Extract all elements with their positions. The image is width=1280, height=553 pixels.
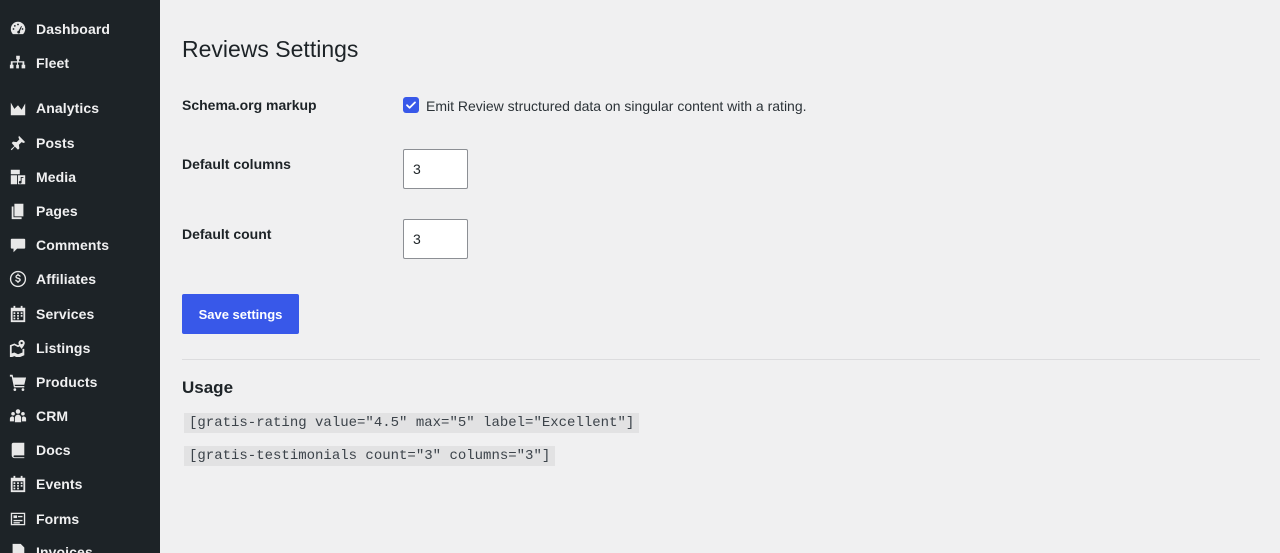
sidebar-item-label: Products — [36, 374, 98, 390]
sidebar-item-label: CRM — [36, 408, 69, 424]
sidebar-item-pages[interactable]: Pages — [0, 194, 160, 228]
sidebar-item-media[interactable]: Media — [0, 160, 160, 194]
map-icon — [8, 338, 28, 358]
schema-markup-checkbox[interactable] — [403, 97, 419, 113]
forms-icon — [8, 509, 28, 529]
page-title: Reviews Settings — [182, 36, 359, 62]
sidebar-item-label: Posts — [36, 135, 75, 151]
section-divider — [182, 359, 1260, 360]
admin-sidebar: Dashboard Fleet Analytics Posts Media Pa… — [0, 0, 160, 553]
default-columns-label: Default columns — [182, 156, 291, 172]
default-count-label: Default count — [182, 226, 272, 242]
media-icon — [8, 167, 28, 187]
sidebar-item-label: Comments — [36, 237, 110, 253]
sidebar-item-label: Services — [36, 306, 95, 322]
pages-icon — [8, 201, 28, 221]
settings-page: Reviews Settings Schema.org markup Emit … — [182, 0, 1260, 553]
invoice-icon — [8, 542, 28, 553]
sidebar-item-fleet[interactable]: Fleet — [0, 46, 160, 80]
sidebar-item-events[interactable]: Events — [0, 467, 160, 501]
sidebar-item-label: Docs — [36, 442, 71, 458]
checkmark-icon — [406, 101, 416, 109]
sidebar-item-crm[interactable]: CRM — [0, 399, 160, 433]
default-columns-input[interactable] — [403, 149, 468, 189]
schema-markup-label: Schema.org markup — [182, 97, 317, 113]
save-settings-button[interactable]: Save settings — [182, 294, 299, 334]
sidebar-item-posts[interactable]: Posts — [0, 126, 160, 160]
sidebar-item-label: Events — [36, 476, 83, 492]
schema-markup-description: Emit Review structured data on singular … — [426, 98, 807, 114]
chart-area-icon — [8, 98, 28, 118]
sidebar-item-label: Listings — [36, 340, 91, 356]
sidebar-item-invoices[interactable]: Invoices — [0, 535, 160, 553]
sidebar-item-label: Forms — [36, 511, 80, 527]
sidebar-item-products[interactable]: Products — [0, 365, 160, 399]
sidebar-item-dashboard[interactable]: Dashboard — [0, 12, 160, 46]
groups-icon — [8, 406, 28, 426]
comment-icon — [8, 235, 28, 255]
usage-heading: Usage — [182, 378, 234, 397]
pin-icon — [8, 133, 28, 153]
sidebar-item-label: Analytics — [36, 100, 100, 116]
sidebar-item-label: Fleet — [36, 55, 70, 71]
sidebar-item-label: Pages — [36, 203, 78, 219]
sidebar-item-analytics[interactable]: Analytics — [0, 91, 160, 125]
sidebar-item-services[interactable]: Services — [0, 297, 160, 331]
cart-icon — [8, 372, 28, 392]
usage-snippet-testimonials: [gratis-testimonials count="3" columns="… — [184, 446, 556, 466]
default-count-input[interactable] — [403, 219, 468, 259]
sidebar-item-label: Media — [36, 169, 77, 185]
sidebar-item-label: Invoices — [36, 544, 93, 553]
sidebar-item-comments[interactable]: Comments — [0, 228, 160, 262]
sidebar-item-affiliates[interactable]: Affiliates — [0, 262, 160, 296]
sidebar-item-forms[interactable]: Forms — [0, 502, 160, 536]
sitemap-icon — [8, 53, 28, 73]
usage-snippet-rating: [gratis-rating value="4.5" max="5" label… — [184, 413, 640, 433]
book-icon — [8, 440, 28, 460]
dashboard-icon — [8, 19, 28, 39]
sidebar-item-listings[interactable]: Listings — [0, 331, 160, 365]
sidebar-item-label: Dashboard — [36, 21, 111, 37]
calendar-alt-icon — [8, 474, 28, 494]
calendar-icon — [8, 304, 28, 324]
sidebar-item-docs[interactable]: Docs — [0, 433, 160, 467]
sidebar-item-label: Affiliates — [36, 271, 97, 287]
dollar-icon — [8, 269, 28, 289]
